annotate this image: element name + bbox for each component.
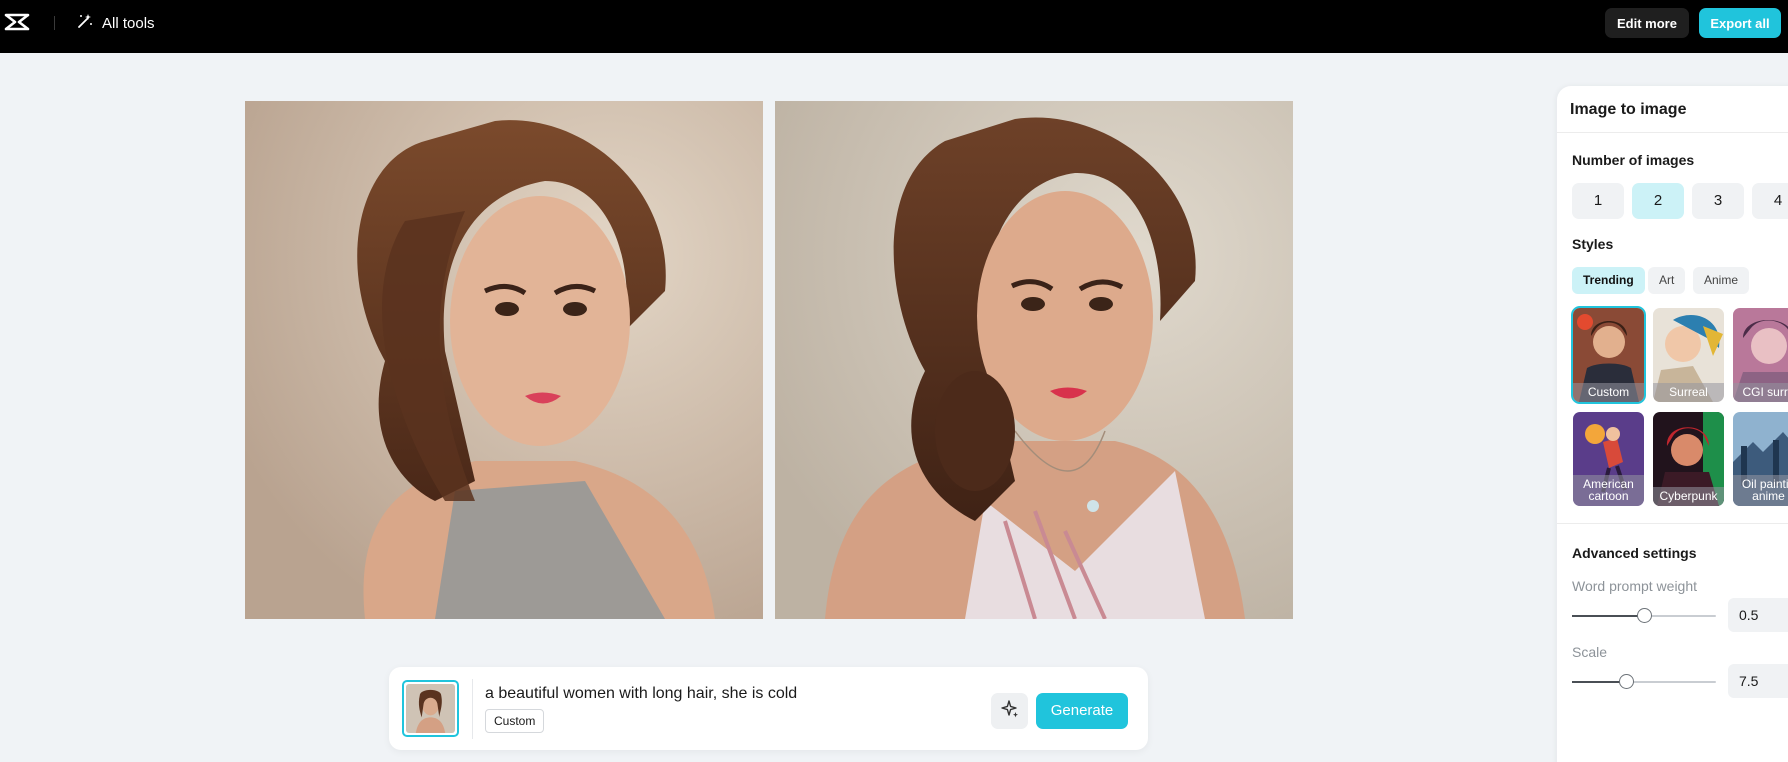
styles-label: Styles — [1572, 236, 1614, 252]
header-divider — [54, 16, 55, 30]
style-card-cyberpunk[interactable]: Cyberpunk — [1653, 412, 1724, 506]
number-option-2[interactable]: 2 — [1632, 183, 1684, 219]
number-option-1[interactable]: 1 — [1572, 183, 1624, 219]
panel-divider — [1557, 132, 1788, 133]
style-card-oil-painting-anime[interactable]: Oil paintin anime — [1733, 412, 1788, 506]
number-of-images-label: Number of images — [1572, 152, 1695, 168]
prompt-divider — [472, 679, 473, 739]
slider-fill — [1572, 681, 1626, 683]
inspire-button[interactable] — [991, 693, 1028, 729]
scale-slider[interactable] — [1572, 674, 1716, 689]
all-tools-label: All tools — [102, 14, 155, 32]
all-tools-button[interactable]: All tools — [76, 12, 155, 34]
style-card-custom[interactable]: Custom — [1571, 306, 1646, 404]
style-card-label: Surreal — [1653, 383, 1724, 402]
style-card-cgi-surreal[interactable]: CGI surre — [1733, 308, 1788, 402]
tab-art[interactable]: Art — [1648, 267, 1686, 294]
sparkle-icon — [1000, 699, 1020, 724]
style-card-surreal[interactable]: Surreal — [1653, 308, 1724, 402]
prompt-bar: a beautiful women with long hair, she is… — [389, 667, 1148, 750]
advanced-settings-label: Advanced settings — [1572, 545, 1697, 561]
top-bar: All tools Edit more Export all — [0, 0, 1788, 53]
prompt-input[interactable]: a beautiful women with long hair, she is… — [485, 685, 797, 703]
number-option-3[interactable]: 3 — [1692, 183, 1744, 219]
slider-knob[interactable] — [1637, 608, 1652, 623]
style-card-label: Oil paintin anime — [1733, 475, 1788, 506]
word-weight-label: Word prompt weight — [1572, 578, 1698, 594]
generated-image-1[interactable] — [245, 101, 763, 619]
capcut-logo-icon[interactable] — [4, 11, 30, 33]
scale-label: Scale — [1572, 644, 1608, 660]
export-all-button[interactable]: Export all — [1699, 8, 1781, 38]
style-card-label: American cartoon — [1573, 475, 1644, 506]
panel-divider — [1557, 523, 1788, 524]
image-to-image-panel: Image to image Number of images 1 2 3 4 … — [1557, 86, 1788, 762]
number-option-4[interactable]: 4 — [1752, 183, 1788, 219]
style-card-american-cartoon[interactable]: American cartoon — [1573, 412, 1644, 506]
edit-more-button[interactable]: Edit more — [1605, 8, 1689, 38]
style-card-label: Custom — [1573, 383, 1644, 402]
magic-wand-icon — [76, 12, 94, 34]
slider-fill — [1572, 615, 1644, 617]
tab-trending[interactable]: Trending — [1572, 267, 1645, 294]
scale-value[interactable]: 7.5 — [1728, 664, 1788, 698]
slider-knob[interactable] — [1619, 674, 1634, 689]
style-chip[interactable]: Custom — [485, 709, 545, 733]
word-weight-value[interactable]: 0.5 — [1728, 598, 1788, 632]
generate-button[interactable]: Generate — [1036, 693, 1128, 729]
reference-image-thumbnail[interactable] — [402, 680, 459, 737]
style-card-label: Cyberpunk — [1653, 487, 1724, 506]
tab-anime[interactable]: Anime — [1693, 267, 1750, 294]
word-weight-slider[interactable] — [1572, 608, 1716, 623]
style-card-label: CGI surre — [1733, 383, 1788, 402]
generated-image-2[interactable] — [775, 101, 1293, 619]
panel-title: Image to image — [1570, 101, 1687, 118]
